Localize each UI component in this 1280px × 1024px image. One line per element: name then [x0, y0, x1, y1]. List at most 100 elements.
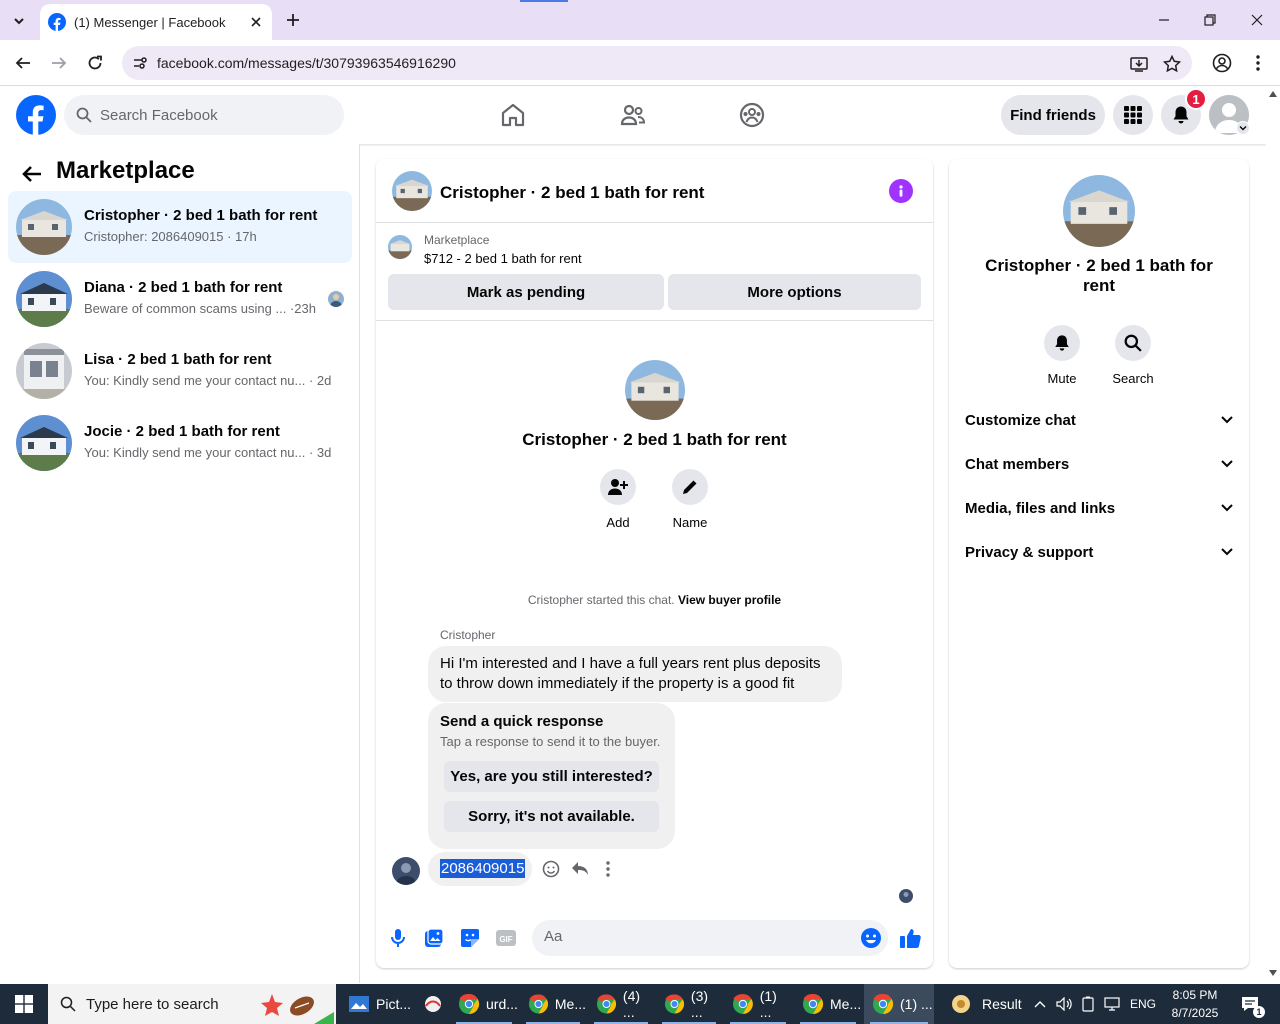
profile-icon[interactable]	[1207, 48, 1237, 78]
more-vertical-icon[interactable]	[597, 858, 619, 880]
tab-list-chevron-icon[interactable]	[6, 8, 32, 34]
network-icon[interactable]	[1104, 997, 1120, 1011]
taskbar-app-chrome[interactable]: Me...	[520, 984, 586, 1024]
chat-header-avatar[interactable]	[392, 171, 432, 211]
back-arrow-icon[interactable]	[18, 160, 46, 188]
back-arrow-icon[interactable]	[8, 48, 38, 78]
listing-price[interactable]: $712 - 2 bed 1 bath for rent	[424, 251, 582, 266]
more-options-button[interactable]: More options	[668, 274, 921, 310]
taskbar-app-photos[interactable]: Pict...	[340, 984, 412, 1024]
address-bar[interactable]: facebook.com/messages/t/3079396354691629…	[122, 46, 1192, 80]
groups-icon[interactable]	[732, 95, 772, 135]
volume-icon[interactable]	[1056, 997, 1072, 1011]
search-icon	[60, 996, 76, 1012]
thumbs-up-icon[interactable]	[897, 925, 923, 951]
taskbar-app-chrome[interactable]: urd...	[450, 984, 518, 1024]
section-customize-chat[interactable]: Customize chat	[965, 408, 1233, 432]
section-label: Privacy & support	[965, 543, 1094, 561]
message-input[interactable]	[544, 928, 844, 945]
add-people-button[interactable]: Add	[588, 469, 648, 530]
conversation-item[interactable]: Diana · 2 bed 1 bath for rent Beware of …	[8, 263, 352, 335]
quick-response-button[interactable]: Sorry, it's not available.	[444, 801, 659, 832]
my-message-text[interactable]: 2086409015	[440, 859, 526, 878]
reload-icon[interactable]	[80, 48, 110, 78]
battery-icon[interactable]	[1082, 996, 1094, 1012]
taskbar-clock[interactable]: 8:05 PM 8/7/2025	[1160, 986, 1230, 1022]
edit-name-button[interactable]: Name	[660, 469, 720, 530]
search-highlight-icon	[261, 994, 334, 1024]
listing-thumbnail[interactable]	[388, 235, 412, 259]
browser-tabbar: (1) Messenger | Facebook	[0, 0, 1280, 40]
reply-icon[interactable]	[569, 858, 591, 880]
minimize-icon[interactable]	[1141, 0, 1187, 40]
facebook-logo-icon[interactable]	[16, 95, 56, 135]
taskbar-app-chrome[interactable]: (4) ...	[588, 984, 654, 1024]
message-input-box[interactable]	[532, 920, 888, 956]
info-icon[interactable]	[889, 179, 913, 203]
gif-icon[interactable]: GIF	[493, 925, 519, 951]
photos-app-icon	[349, 996, 369, 1012]
conversation-name: Cristopher · 2 bed 1 bath for rent	[84, 207, 318, 224]
conversation-item[interactable]: Lisa · 2 bed 1 bath for rent You: Kindly…	[8, 335, 352, 407]
friends-icon[interactable]	[613, 95, 653, 135]
my-message-bubble[interactable]: 2086409015	[428, 852, 532, 886]
taskbar-app-chrome-active[interactable]: (1) ...	[864, 984, 934, 1024]
window-close-icon[interactable]	[1234, 0, 1280, 40]
taskbar-app-chrome[interactable]: (1) ...	[724, 984, 792, 1024]
notification-center-icon[interactable]: 1	[1238, 984, 1265, 1024]
site-info-icon[interactable]	[128, 51, 152, 75]
sticker-icon[interactable]	[457, 925, 483, 951]
facebook-search-box[interactable]	[64, 95, 344, 135]
react-emoji-icon[interactable]	[540, 858, 562, 880]
view-buyer-profile-link[interactable]: View buyer profile	[678, 593, 781, 607]
home-icon[interactable]	[493, 95, 533, 135]
browser-menu-icon[interactable]	[1244, 48, 1272, 78]
seen-avatar-icon	[328, 291, 344, 307]
result-widget[interactable]: Result	[950, 984, 1022, 1024]
conversation-item[interactable]: Jocie · 2 bed 1 bath for rent You: Kindl…	[8, 407, 352, 479]
windows-start-icon[interactable]	[0, 984, 48, 1024]
taskbar-app-label: Me...	[830, 996, 862, 1012]
section-chat-members[interactable]: Chat members	[965, 452, 1233, 476]
photo-icon[interactable]	[421, 925, 447, 951]
details-avatar	[1063, 175, 1135, 247]
taskbar-app-chrome[interactable]: Me...	[794, 984, 862, 1024]
chevron-down-icon	[1221, 504, 1233, 512]
pencil-icon	[672, 469, 708, 505]
sidebar-title: Marketplace	[56, 157, 195, 184]
forward-arrow-icon[interactable]	[44, 48, 74, 78]
restore-icon[interactable]	[1187, 0, 1233, 40]
quick-response-card: Send a quick response Tap a response to …	[428, 703, 675, 849]
chat-header-name[interactable]: Cristopher · 2 bed 1 bath for rent	[440, 183, 704, 203]
page-scrollbar[interactable]	[1266, 87, 1280, 983]
chat-header: Cristopher · 2 bed 1 bath for rent	[376, 159, 933, 223]
chevron-up-icon[interactable]	[1034, 1000, 1046, 1008]
install-app-icon[interactable]	[1128, 53, 1150, 75]
emoji-icon[interactable]	[860, 927, 882, 949]
language-indicator[interactable]: ENG	[1130, 997, 1156, 1011]
chevron-down-icon	[1221, 416, 1233, 424]
new-tab-plus-icon[interactable]	[282, 9, 304, 31]
section-privacy-support[interactable]: Privacy & support	[965, 540, 1233, 564]
find-friends-button[interactable]: Find friends	[1001, 95, 1105, 135]
taskbar-search-box[interactable]: Type here to search	[48, 984, 336, 1024]
search-label: Search	[1112, 371, 1154, 386]
section-media-files-links[interactable]: Media, files and links	[965, 496, 1233, 520]
tab-close-icon[interactable]	[248, 14, 264, 30]
quick-response-button[interactable]: Yes, are you still interested?	[444, 761, 659, 792]
bell-icon	[1044, 325, 1080, 361]
chrome-icon	[528, 994, 548, 1014]
conversation-item[interactable]: Cristopher · 2 bed 1 bath for rent Crist…	[8, 191, 352, 263]
microphone-icon[interactable]	[385, 925, 411, 951]
search-conversation-button[interactable]: Search	[1101, 325, 1165, 386]
taskbar-app-pinned[interactable]	[414, 984, 448, 1024]
mark-as-pending-button[interactable]: Mark as pending	[388, 274, 664, 310]
menu-grid-icon[interactable]	[1113, 95, 1153, 135]
message-bubble[interactable]: Hi I'm interested and I have a full year…	[428, 646, 842, 702]
bookmark-star-icon[interactable]	[1161, 53, 1183, 75]
taskbar-app-chrome[interactable]: (3) ...	[656, 984, 722, 1024]
mute-button[interactable]: Mute	[1030, 325, 1094, 386]
facebook-search-input[interactable]	[100, 106, 320, 124]
browser-tab[interactable]: (1) Messenger | Facebook	[40, 4, 272, 40]
account-chevron-icon[interactable]	[1236, 121, 1250, 135]
